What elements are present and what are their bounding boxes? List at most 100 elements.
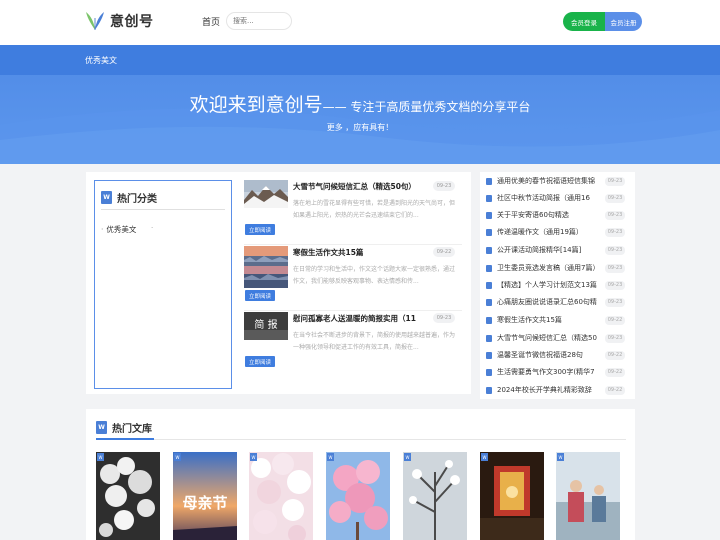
category-header: W 热门分类 xyxy=(101,190,157,205)
list-item[interactable]: 传递温暖作文（通用19篇） 09-23 xyxy=(486,226,631,238)
article-title[interactable]: 慰问孤寡老人送温暖的简报实用（11 xyxy=(293,313,431,324)
list-item-title[interactable]: 公开课活动简报精华[14篇] xyxy=(497,245,602,255)
word-badge-icon: W xyxy=(404,453,411,461)
list-item-title[interactable]: 卫生委员竞选发言稿（通用7篇） xyxy=(497,263,602,273)
nav-home-link[interactable]: 首页 xyxy=(202,15,220,28)
library-card[interactable]: W 母亲节 xyxy=(173,452,237,540)
article-title[interactable]: 寒假生活作文共15篇 xyxy=(293,247,431,258)
card-image xyxy=(556,452,620,540)
doc-icon xyxy=(486,334,492,342)
library-card[interactable]: W xyxy=(556,452,620,540)
word-badge-icon: W xyxy=(327,453,334,461)
list-item-title[interactable]: 寒假生活作文共15篇 xyxy=(497,315,602,325)
word-badge-icon: W xyxy=(250,453,257,461)
doc-icon xyxy=(486,211,492,219)
banner-title: 欢迎来到意创号—— 专注于高质量优秀文档的分享平台 xyxy=(0,90,720,117)
article-thumbnail[interactable] xyxy=(244,180,288,208)
library-card[interactable]: W xyxy=(403,452,467,540)
list-item[interactable]: 卫生委员竞选发言稿（通用7篇） 09-23 xyxy=(486,262,631,274)
article-item: 简 报 立即阅读 慰问孤寡老人送温暖的简报实用（11 09-23 在当今社会不断… xyxy=(244,312,462,376)
word-badge-icon: W xyxy=(174,453,181,461)
article-thumbnail[interactable] xyxy=(244,246,288,288)
list-item[interactable]: 【精选】个人学习计划范文13篇 09-23 xyxy=(486,279,631,291)
doc-icon xyxy=(486,351,492,359)
library-title-underline xyxy=(96,438,154,440)
list-item[interactable]: 通用优美的春节祝福语短信集锦 09-23 xyxy=(486,175,631,187)
library-card[interactable]: W xyxy=(249,452,313,540)
library-header: W 热门文库 xyxy=(96,420,152,435)
word-badge-icon: W xyxy=(481,453,488,461)
article-desc: 落在地上的雪花显得有些可惜，若是遇到阳光的天气尚可，但如果遇上阳光，炽热的光芒会… xyxy=(293,200,456,219)
category-dot: · xyxy=(151,224,154,232)
list-item[interactable]: 温馨圣诞节微信祝福语28句 09-22 xyxy=(486,349,631,361)
list-item-title[interactable]: 社区中秋节活动简报（通用16 xyxy=(497,193,602,203)
read-now-button[interactable]: 立即阅读 xyxy=(245,356,275,367)
article-date: 09-23 xyxy=(433,313,455,323)
list-item-date: 09-23 xyxy=(605,210,625,220)
article-item: 立即阅读 大雪节气问候短信汇总（精选50句） 09-23 落在地上的雪花显得有些… xyxy=(244,180,462,245)
card-text: 母亲节 xyxy=(182,494,227,512)
list-item-title[interactable]: 【精选】个人学习计划范文13篇 xyxy=(497,280,602,290)
list-item-title[interactable]: 2024年校长开学典礼精彩致辞 xyxy=(497,385,602,395)
banner-title-sub: —— 专注于高质量优秀文档的分享平台 xyxy=(322,100,531,114)
article-divider xyxy=(244,310,462,311)
banner-slogan: 更多 ，应有具有！ xyxy=(326,123,394,132)
article-item: 立即阅读 寒假生活作文共15篇 09-22 在日常的学习和生活中，作文这个话题大… xyxy=(244,246,462,311)
banner-title-main: 欢迎来到意创号 xyxy=(189,94,323,116)
doc-icon xyxy=(486,298,492,306)
list-item[interactable]: 公开课活动简报精华[14篇] 09-23 xyxy=(486,244,631,256)
library-card[interactable]: W xyxy=(96,452,160,540)
doc-icon xyxy=(486,316,492,324)
register-button[interactable]: 会员注册 xyxy=(605,12,642,31)
doc-icon xyxy=(486,281,492,289)
library-card[interactable]: W xyxy=(326,452,390,540)
hot-library-panel: W 热门文库 W W 母亲节 W W W W W xyxy=(86,409,635,540)
library-card[interactable]: W xyxy=(480,452,544,540)
list-item-title[interactable]: 关于平安寄语60句精选 xyxy=(497,210,602,220)
article-thumbnail[interactable]: 简 报 xyxy=(244,312,288,340)
list-item-title[interactable]: 通用优美的春节祝福语短信集锦 xyxy=(497,176,602,186)
list-item-date: 09-23 xyxy=(605,280,625,290)
list-item-title[interactable]: 传递温暖作文（通用19篇） xyxy=(497,227,602,237)
top-navbar: 意创号 首页 会员登录 会员注册 xyxy=(0,0,720,45)
read-now-button[interactable]: 立即阅读 xyxy=(245,224,275,235)
doc-icon xyxy=(486,194,492,202)
list-item-title[interactable]: 心痛朋友圈说说语录汇总60句精 xyxy=(497,297,602,307)
article-date: 09-22 xyxy=(433,247,455,257)
list-item[interactable]: 社区中秋节活动简报（通用16 09-23 xyxy=(486,192,631,204)
read-now-button[interactable]: 立即阅读 xyxy=(245,290,275,301)
list-item[interactable]: 寒假生活作文共15篇 09-22 xyxy=(486,314,631,326)
search-input[interactable] xyxy=(227,13,291,29)
list-item-date: 09-23 xyxy=(605,227,625,237)
list-item-date: 09-23 xyxy=(605,245,625,255)
list-item[interactable]: 关于平安寄语60句精选 09-23 xyxy=(486,209,631,221)
site-logo[interactable]: 意创号 xyxy=(82,10,154,32)
breadcrumb[interactable]: 优秀美文 xyxy=(85,55,117,66)
thumb-text: 简 报 xyxy=(254,318,277,331)
list-item-title[interactable]: 大雪节气问候短信汇总（精选50 xyxy=(497,333,602,343)
search-box[interactable] xyxy=(226,12,292,30)
category-item[interactable]: 优秀美文 xyxy=(101,224,136,235)
word-badge-icon: W xyxy=(557,453,564,461)
card-image xyxy=(480,452,544,540)
list-item[interactable]: 生活需要勇气作文300字(精华7 09-22 xyxy=(486,366,631,378)
list-item-date: 09-22 xyxy=(605,385,625,395)
doc-icon xyxy=(486,386,492,394)
list-item[interactable]: 心痛朋友圈说说语录汇总60句精 09-23 xyxy=(486,296,631,308)
list-item-title[interactable]: 温馨圣诞节微信祝福语28句 xyxy=(497,350,602,360)
article-divider xyxy=(244,244,462,245)
doc-icon xyxy=(486,368,492,376)
doc-icon xyxy=(486,246,492,254)
card-image xyxy=(403,452,467,540)
list-item-date: 09-22 xyxy=(605,315,625,325)
list-item-date: 09-23 xyxy=(605,297,625,307)
list-item[interactable]: 大雪节气问候短信汇总（精选50 09-23 xyxy=(486,332,631,344)
category-title: 热门分类 xyxy=(117,194,157,205)
article-title[interactable]: 大雪节气问候短信汇总（精选50句） xyxy=(293,181,431,192)
category-box: W 热门分类 优秀美文 · xyxy=(94,180,232,389)
list-item[interactable]: 2024年校长开学典礼精彩致辞 09-22 xyxy=(486,384,631,396)
login-button[interactable]: 会员登录 xyxy=(563,12,605,31)
article-date: 09-23 xyxy=(433,181,455,191)
list-item-title[interactable]: 生活需要勇气作文300字(精华7 xyxy=(497,367,602,377)
list-item-date: 09-22 xyxy=(605,350,625,360)
